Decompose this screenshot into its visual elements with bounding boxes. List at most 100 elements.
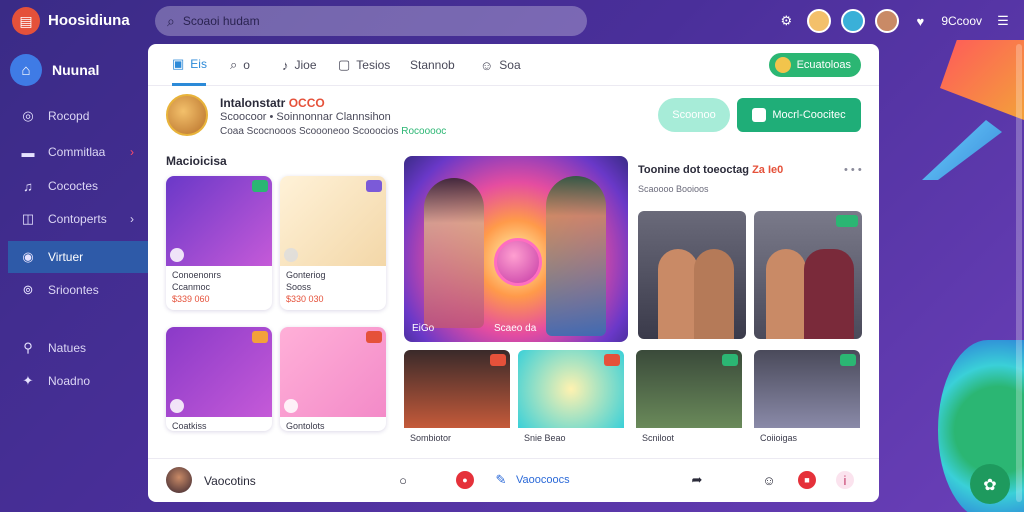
card-image	[636, 350, 742, 428]
profile-meta-tag: Rocooooc	[401, 126, 447, 137]
card-title: Conoenonrs	[172, 270, 222, 280]
card-avatar	[284, 248, 298, 262]
bell-icon[interactable]: ♥	[909, 10, 931, 32]
page-scrollbar[interactable]	[1016, 44, 1022, 502]
photo-card[interactable]	[638, 211, 746, 339]
notification-icon[interactable]: ●	[456, 471, 474, 489]
primary-action-button[interactable]: Mocrl-Coocitec	[737, 98, 861, 132]
sidebar-item-srioontes[interactable]: ⊚ Srioontes	[8, 274, 148, 306]
card-title: Snie Beao	[524, 433, 566, 443]
chevron-right-icon: ›	[130, 212, 134, 226]
info-icon[interactable]: i	[836, 471, 854, 489]
music-icon: ♪	[282, 57, 289, 73]
card-price: $339 060	[172, 294, 210, 304]
share-icon[interactable]: ➦	[688, 471, 706, 489]
eye-icon: ◉	[22, 249, 34, 264]
search-bar[interactable]: ⌕	[155, 6, 587, 36]
tab-label: Stannob	[410, 58, 455, 72]
content-card[interactable]: Scniloot	[636, 350, 742, 454]
featured-person	[424, 178, 484, 328]
sidebar-item-virtuer[interactable]: ◉ Virtuer	[8, 241, 148, 273]
tab-jioe[interactable]: ♪ Jioe	[282, 44, 317, 86]
star-icon: ✦	[22, 373, 34, 388]
content-card[interactable]: Sombiotor	[404, 350, 510, 454]
search-input[interactable]	[182, 14, 563, 28]
bottom-bar: Vaocotins ○ ● ✎ Vaoocoocs ➦ ☺ ■ i	[148, 458, 879, 502]
featured-image[interactable]: EiGo Scaeo da	[404, 156, 628, 342]
tab-eis[interactable]: ▣ Eis	[172, 44, 207, 86]
link-icon: ⚲	[23, 340, 33, 355]
tab-label: Tesios	[356, 58, 391, 72]
layers-icon: ◫	[21, 211, 35, 226]
chat-bubble-icon[interactable]: ○	[394, 471, 412, 489]
sidebar-item-noadno[interactable]: ✦ Noadno	[8, 365, 148, 397]
content-card[interactable]: Coiioigas	[754, 350, 860, 454]
target-icon: ⊚	[22, 282, 34, 297]
music-icon: ♫	[23, 178, 33, 194]
content-card[interactable]: Gonteriog Sooss $330 030	[280, 176, 386, 310]
profile-avatar[interactable]	[166, 94, 208, 136]
avatar[interactable]	[166, 467, 192, 493]
content-card[interactable]: Conoenonrs Ccanmoc $339 060	[166, 176, 272, 310]
tab-soa[interactable]: ☺ Soa	[480, 44, 521, 86]
face-icon: ☺	[480, 57, 494, 73]
sidebar-item-commitlaa[interactable]: ▬ Commitlaa ›	[8, 136, 148, 168]
edit-icon[interactable]: ✎	[492, 471, 510, 489]
avatar[interactable]	[841, 9, 866, 33]
primary-action-label: Mocrl-Coocitec	[772, 109, 846, 121]
photo-card[interactable]	[754, 211, 862, 339]
right-section-subtitle: Scaoooo Booioos	[638, 184, 709, 194]
avatar	[774, 57, 791, 73]
grid-icon: ▣	[172, 55, 185, 71]
search-icon: ⌕	[230, 57, 238, 72]
bottom-user-name[interactable]: Vaocotins	[204, 474, 256, 488]
card-title: Coatkiss	[172, 421, 207, 431]
top-bar: ▤ Hoosidiuna ⌕ ⚙ ♥ 9Ccoov ☰	[0, 0, 1024, 42]
avatar[interactable]	[875, 9, 900, 33]
tab-label: Jioe	[294, 58, 317, 72]
card-image	[518, 350, 624, 428]
menu-icon[interactable]: ☰	[992, 10, 1014, 32]
gear-icon[interactable]: ⚙	[775, 10, 797, 32]
chat-icon[interactable]: ■	[798, 471, 816, 489]
more-options-icon[interactable]: • • •	[844, 164, 862, 176]
sidebar-item-cococtes[interactable]: ♫ Cococtes	[8, 170, 148, 202]
user-label[interactable]: 9Ccoov	[941, 14, 982, 28]
content-card[interactable]: Coatkiss	[166, 327, 272, 431]
at-icon: ◎	[22, 108, 34, 123]
search-icon: ⌕	[167, 12, 175, 29]
content-card[interactable]: Snie Beao	[518, 350, 624, 454]
card-badge	[366, 331, 382, 343]
tab-tesios[interactable]: ▢ Tesios	[338, 44, 390, 86]
floating-action-button[interactable]: ✿	[970, 464, 1010, 504]
content-card[interactable]: Gontolots	[280, 327, 386, 431]
tab-label: o	[243, 58, 250, 72]
tab-search[interactable]: ⌕ o	[230, 44, 250, 86]
card-badge	[604, 354, 620, 366]
sidebar-item-contoperts[interactable]: ◫ Contoperts ›	[8, 203, 148, 235]
sidebar-item-label: Rocopd	[48, 109, 90, 123]
sidebar-item-rocopd[interactable]: ◎ Rocopd	[8, 100, 148, 132]
card-badge	[490, 354, 506, 366]
profile-meta-text: Coaa Scocnooos Scoooneoo Scooocios	[220, 126, 399, 137]
card-badge	[252, 331, 268, 343]
right-title-text: Toonine dot toeoctag	[638, 164, 750, 176]
card-subtitle: Sooss	[286, 282, 312, 292]
card-badge	[722, 354, 738, 366]
app-logo-icon[interactable]: ▤	[12, 7, 40, 35]
tab-stannob[interactable]: Stannob	[410, 44, 455, 86]
card-image	[280, 176, 386, 266]
header-pill-button[interactable]: Ecuatoloas	[768, 53, 861, 77]
avatar[interactable]	[807, 9, 832, 33]
sidebar-header[interactable]: ⌂ Nuunal	[10, 54, 99, 86]
bottom-middle-label[interactable]: Vaoocoocs	[516, 474, 570, 486]
emoji-icon[interactable]: ☺	[760, 471, 778, 489]
featured-orb	[494, 238, 542, 286]
card-title: Sombiotor	[410, 433, 452, 443]
decorative-shape-blue	[922, 120, 1002, 180]
sidebar-item-label: Natues	[48, 341, 87, 355]
sidebar-item-natues[interactable]: ⚲ Natues	[8, 332, 148, 364]
sidebar: ⌂ Nuunal ◎ Rocopd ▬ Commitlaa › ♫ Cococt…	[0, 42, 148, 512]
secondary-action-button[interactable]: Scoonoo	[658, 98, 730, 132]
document-icon	[752, 108, 767, 122]
